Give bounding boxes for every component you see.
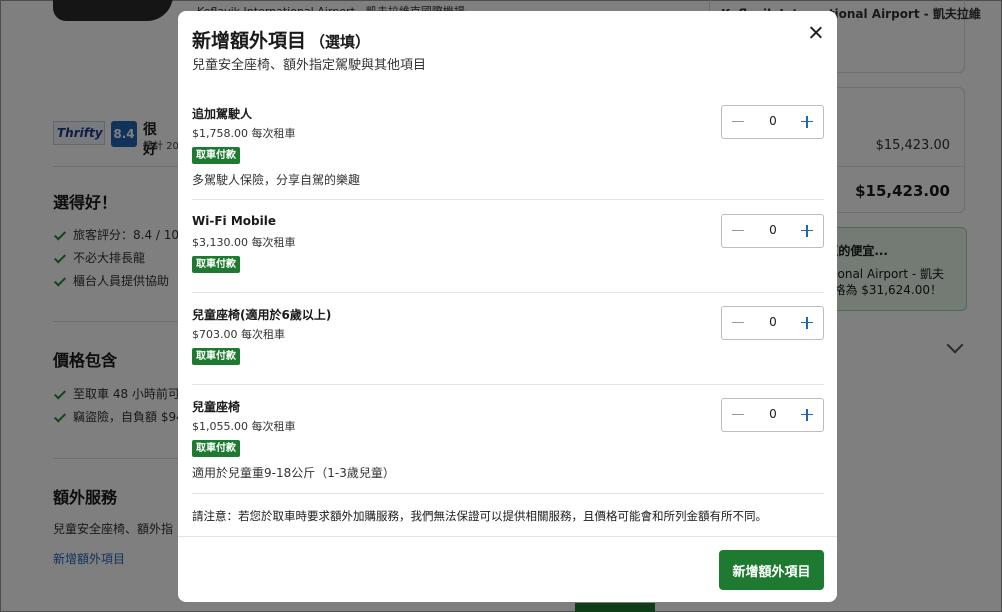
pay-at-pickup-badge: 取車付款 bbox=[192, 256, 240, 273]
modal-title-suffix: （選填） bbox=[310, 33, 371, 51]
close-icon[interactable] bbox=[807, 24, 825, 42]
quantity-stepper: 0 bbox=[721, 306, 824, 340]
quantity-value[interactable]: 0 bbox=[758, 407, 788, 421]
minus-icon[interactable] bbox=[730, 407, 746, 423]
extra-price: $1,055.00 每次租車 bbox=[192, 420, 296, 433]
quantity-stepper: 0 bbox=[721, 214, 824, 248]
extra-name: 兒童座椅(適用於6歲以上) bbox=[192, 308, 332, 322]
plus-icon[interactable] bbox=[799, 407, 815, 423]
plus-icon[interactable] bbox=[799, 223, 815, 239]
extra-description: 多駕駛人保險，分享自駕的樂趣 bbox=[192, 173, 361, 187]
divider bbox=[192, 493, 824, 494]
list-item: 兒童座椅 $1,055.00 每次租車 取車付款 適用於兒童重9-18公斤（1-… bbox=[192, 398, 824, 483]
extra-name: 追加駕駛人 bbox=[192, 107, 253, 121]
pay-at-pickup-badge: 取車付款 bbox=[192, 147, 240, 164]
notice-text: 請注意：若您於取車時要求額外加購服務，我們無法保證可以提供相關服務，且價格可能會… bbox=[192, 509, 767, 523]
plus-icon[interactable] bbox=[799, 114, 815, 130]
extra-price: $1,758.00 每次租車 bbox=[192, 127, 296, 140]
list-item: 兒童座椅(適用於6歲以上) $703.00 每次租車 取車付款 0 bbox=[192, 306, 824, 376]
minus-icon[interactable] bbox=[730, 223, 746, 239]
pay-at-pickup-badge: 取車付款 bbox=[192, 440, 240, 457]
add-extras-button[interactable]: 新增額外項目 bbox=[719, 550, 824, 590]
divider bbox=[192, 384, 824, 385]
extra-price: $3,130.00 每次租車 bbox=[192, 236, 296, 249]
divider bbox=[192, 199, 824, 200]
minus-icon[interactable] bbox=[730, 315, 746, 331]
divider bbox=[178, 536, 837, 537]
quantity-stepper: 0 bbox=[721, 398, 824, 432]
modal-title: 新增額外項目 （選填） bbox=[192, 30, 371, 52]
quantity-value[interactable]: 0 bbox=[758, 315, 788, 329]
quantity-stepper: 0 bbox=[721, 105, 824, 139]
quantity-value[interactable]: 0 bbox=[758, 114, 788, 128]
extras-modal: 新增額外項目 （選填） 兒童安全座椅、額外指定駕駛與其他項目 追加駕駛人 $1,7… bbox=[178, 11, 837, 602]
modal-subtitle: 兒童安全座椅、額外指定駕駛與其他項目 bbox=[192, 58, 427, 73]
pay-at-pickup-badge: 取車付款 bbox=[192, 348, 240, 365]
list-item: 追加駕駛人 $1,758.00 每次租車 取車付款 多駕駛人保險，分享自駕的樂趣… bbox=[192, 105, 824, 187]
extra-name: 兒童座椅 bbox=[192, 400, 241, 414]
list-item: Wi-Fi Mobile $3,130.00 每次租車 取車付款 0 bbox=[192, 214, 824, 284]
extra-price: $703.00 每次租車 bbox=[192, 328, 285, 341]
plus-icon[interactable] bbox=[799, 315, 815, 331]
extra-name: Wi-Fi Mobile bbox=[192, 214, 276, 228]
quantity-value[interactable]: 0 bbox=[758, 223, 788, 237]
extra-description: 適用於兒童重9-18公斤（1-3歲兒童） bbox=[192, 466, 395, 480]
minus-icon[interactable] bbox=[730, 114, 746, 130]
divider bbox=[192, 292, 824, 293]
